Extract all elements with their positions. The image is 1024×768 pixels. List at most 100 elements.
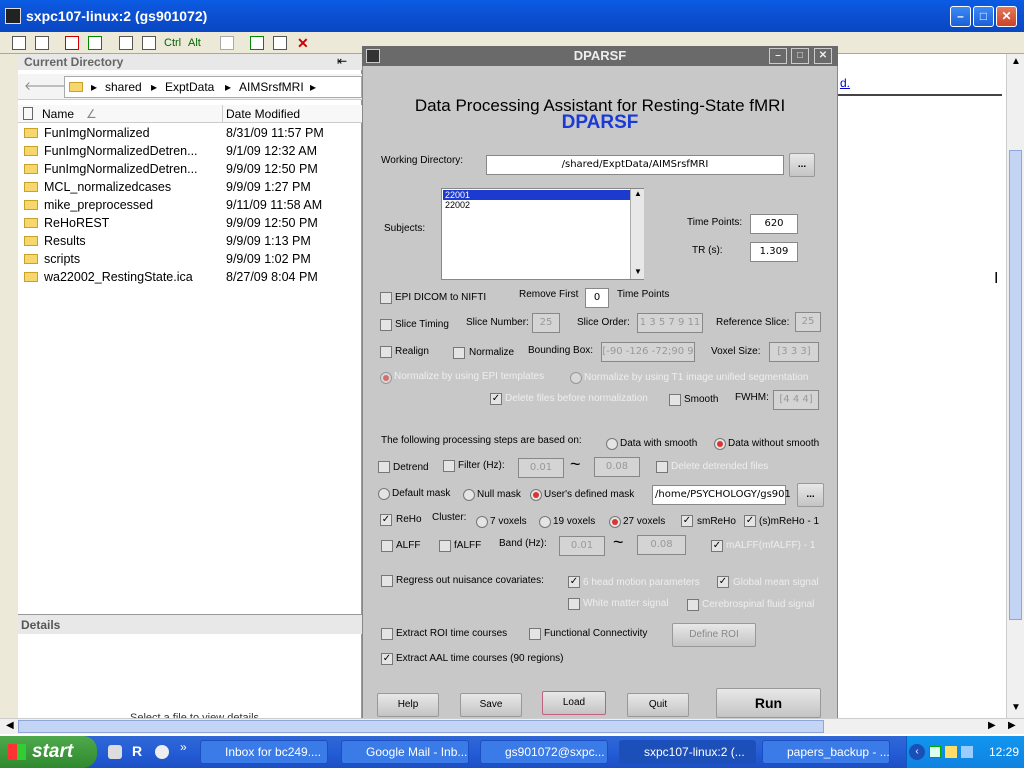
scroll-right-icon[interactable]: ▶ [988,720,996,731]
options-icon[interactable] [12,36,26,50]
connection-icon[interactable] [119,36,133,50]
scroll-up-icon[interactable]: ▲ [1011,56,1021,67]
tray-security-icon[interactable] [945,746,957,758]
breadcrumb-exptdata[interactable]: ExptData [165,80,214,94]
file-row[interactable]: Results 9/9/09 1:13 PM [22,232,362,250]
r-app-icon[interactable]: R [132,743,142,759]
working-dir-input[interactable]: /shared/ExptData/AIMSrsfMRI [486,155,784,175]
delete-files-checkbox[interactable]: ✓ [490,393,502,405]
reho-checkbox[interactable]: ✓ [380,514,392,526]
mask-browse-button[interactable]: ... [797,483,824,507]
clock[interactable]: 12:29 [989,745,1019,759]
cluster-7-radio[interactable] [476,516,488,528]
dialog-close-button[interactable]: ✕ [814,48,832,64]
slice-timing-checkbox[interactable] [380,319,392,331]
regress-checkbox[interactable] [381,575,393,587]
quit-button[interactable]: Quit [627,693,689,717]
filter-low-input[interactable]: 0.01 [518,458,564,478]
breadcrumb-aimsrsfmri[interactable]: AIMSrsfMRI [239,80,304,94]
detrend-checkbox[interactable] [378,461,390,473]
name-column-header[interactable]: Name [42,107,74,121]
task-inbox[interactable]: Inbox for bc249.... [200,740,328,764]
time-points-input[interactable]: 620 [750,214,798,234]
define-roi-button[interactable]: Define ROI [672,623,756,647]
save-button[interactable]: Save [460,693,522,717]
extract-aal-checkbox[interactable]: ✓ [381,653,393,665]
scroll-left-icon[interactable]: ◀ [6,720,14,731]
mask-path-input[interactable]: /home/PSYCHOLOGY/gs901 [652,485,791,505]
task-ssh[interactable]: gs901072@sxpc... [480,740,608,764]
fwhm-input[interactable]: [4 4 4] [773,390,819,410]
path-field[interactable]: ▸ shared ▸ ExptData ▸ AIMSrsfMRI ▸ [64,76,362,98]
norm-t1-radio[interactable] [570,372,582,384]
start-button[interactable]: start [0,736,97,768]
head-motion-checkbox[interactable]: ✓ [568,576,580,588]
ctrl-key-button[interactable]: Ctrl [164,35,181,51]
voxel-size-input[interactable]: [3 3 3] [769,342,819,362]
user-mask-radio[interactable] [530,489,542,501]
more-apps-icon[interactable]: » [180,740,187,754]
realign-checkbox[interactable] [380,346,392,358]
dialog-minimize-button[interactable]: – [769,48,787,64]
band-low-input[interactable]: 0.01 [559,536,605,556]
epi-dicom-checkbox[interactable] [380,292,392,304]
save-icon[interactable] [273,36,287,50]
run-button[interactable]: Run [716,688,821,718]
scroll-thumb[interactable] [1009,150,1022,620]
tray-expand-icon[interactable]: ‹ [909,744,925,760]
cluster-27-radio[interactable] [609,516,621,528]
tray-network-icon[interactable] [929,746,941,758]
alff-checkbox[interactable] [381,540,393,552]
h-scroll-thumb[interactable] [18,720,824,733]
cluster-19-radio[interactable] [539,516,551,528]
task-papers-backup[interactable]: papers_backup - ... [762,740,890,764]
scroll-down-icon[interactable]: ▼ [634,267,642,276]
without-smooth-radio[interactable] [714,438,726,450]
slice-order-input[interactable]: 1 3 5 7 9 11 [637,313,703,333]
norm-epi-radio[interactable] [380,372,392,384]
filter-checkbox[interactable] [443,460,455,472]
remove-first-input[interactable]: 0 [585,288,609,308]
media-player-icon[interactable] [155,745,169,759]
smooth-checkbox[interactable] [669,394,681,406]
scroll-up-icon[interactable]: ▲ [634,189,642,198]
subjects-list[interactable]: 22001 22002 ▲ ▼ [441,188,644,280]
quicklaunch-icon[interactable] [108,745,122,759]
scroll-right-end-icon[interactable]: ▶ [1008,720,1016,731]
right-pane-link[interactable]: d. [840,76,850,90]
tray-volume-icon[interactable] [961,746,973,758]
file-row[interactable]: FunImgNormalizedDetren... 9/9/09 12:50 PM [22,160,362,178]
maximize-button[interactable]: □ [973,6,994,27]
file-row[interactable]: FunImgNormalized 8/31/09 11:57 PM [22,124,362,142]
normalize-checkbox[interactable] [453,347,465,359]
global-mean-checkbox[interactable]: ✓ [717,576,729,588]
scroll-down-icon[interactable]: ▼ [1011,702,1021,713]
null-mask-radio[interactable] [463,489,475,501]
falff-checkbox[interactable] [439,540,451,552]
close-button[interactable]: ✕ [996,6,1017,27]
file-row[interactable]: MCL_normalizedcases 9/9/09 1:27 PM [22,178,362,196]
undock-icon[interactable]: ⇤ [337,54,347,68]
info-icon[interactable] [35,36,49,50]
file-row[interactable]: FunImgNormalizedDetren... 9/1/09 12:32 AM [22,142,362,160]
delete-detrended-checkbox[interactable] [656,461,668,473]
dialog-maximize-button[interactable]: □ [791,48,809,64]
minimize-button[interactable]: – [950,6,971,27]
date-column-header[interactable]: Date Modified [226,107,300,121]
refresh-icon[interactable] [88,36,102,50]
alt-key-button[interactable]: Alt [188,35,201,51]
slice-number-input[interactable]: 25 [532,313,560,333]
fullscreen-icon[interactable] [65,36,79,50]
malff-checkbox[interactable]: ✓ [711,540,723,552]
tr-input[interactable]: 1.309 [750,242,798,262]
with-smooth-radio[interactable] [606,438,618,450]
disconnect-icon[interactable]: ✕ [297,35,309,51]
file-row[interactable]: ReHoREST 9/9/09 12:50 PM [22,214,362,232]
task-vnc[interactable]: sxpc107-linux:2 (... [619,740,756,764]
ref-slice-input[interactable]: 25 [795,312,821,332]
copy-icon[interactable] [220,36,234,50]
file-row[interactable]: wa22002_RestingState.ica 8/27/09 8:04 PM [22,268,362,286]
cad-icon[interactable] [142,36,156,50]
white-matter-checkbox[interactable] [568,598,580,610]
column-divider[interactable] [222,105,223,123]
